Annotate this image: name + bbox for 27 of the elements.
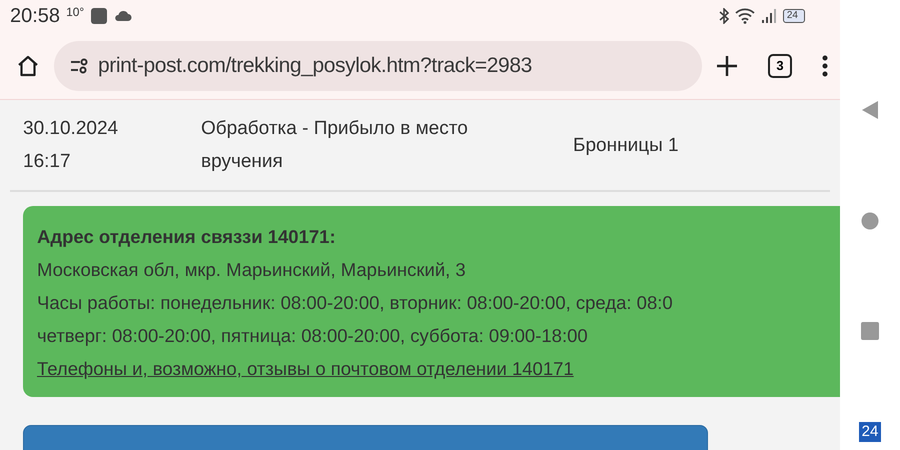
event-location: Бронницы 1: [573, 134, 679, 158]
tune-icon[interactable]: [70, 58, 90, 74]
back-icon[interactable]: [861, 100, 879, 120]
temperature: 10°: [66, 4, 84, 21]
tab-switcher-button[interactable]: 3: [768, 54, 792, 78]
new-tab-icon[interactable]: [716, 54, 738, 76]
battery-icon: 24: [782, 9, 805, 23]
event-time: 16:17: [23, 150, 72, 174]
office-title: Адрес отделения связзи 140171:: [37, 225, 337, 249]
bluetooth-icon: [718, 8, 729, 24]
office-reviews-link[interactable]: Телефоны и, возможно, отзывы о почтовом отделении 140171: [37, 358, 574, 379]
wifi-icon: [734, 8, 755, 24]
clock: 20:58: [10, 4, 60, 29]
event-date: 30.10.2024: [23, 117, 120, 141]
home-circle-icon[interactable]: [861, 212, 879, 230]
office-address: Московская обл, мкр. Марьинский, Марьинский, 3: [37, 258, 467, 282]
menu-icon[interactable]: [822, 54, 828, 76]
office-hours: четверг: 08:00-20:00, пятница: 08:00-20:00, суббота: 09:00-18:00: [37, 324, 589, 348]
cloud-icon: [114, 10, 132, 22]
home-icon[interactable]: [16, 54, 40, 78]
event-status: Обработка - Прибыло в место вручения: [201, 118, 468, 172]
app-icon[interactable]: 24: [858, 422, 882, 442]
url-text: print-post.com/trekking_posylok.htm?track=2983: [98, 52, 532, 79]
signal-icon: [760, 8, 777, 24]
notification-icon: [90, 7, 108, 25]
address-field[interactable]: print-post.com/trekking_posylok.htm?track=2983: [54, 40, 702, 90]
office-hours: Часы работы: понедельник: 08:00-20:00, вторник: 08:00-20:00, среда: 08:0: [37, 291, 674, 315]
